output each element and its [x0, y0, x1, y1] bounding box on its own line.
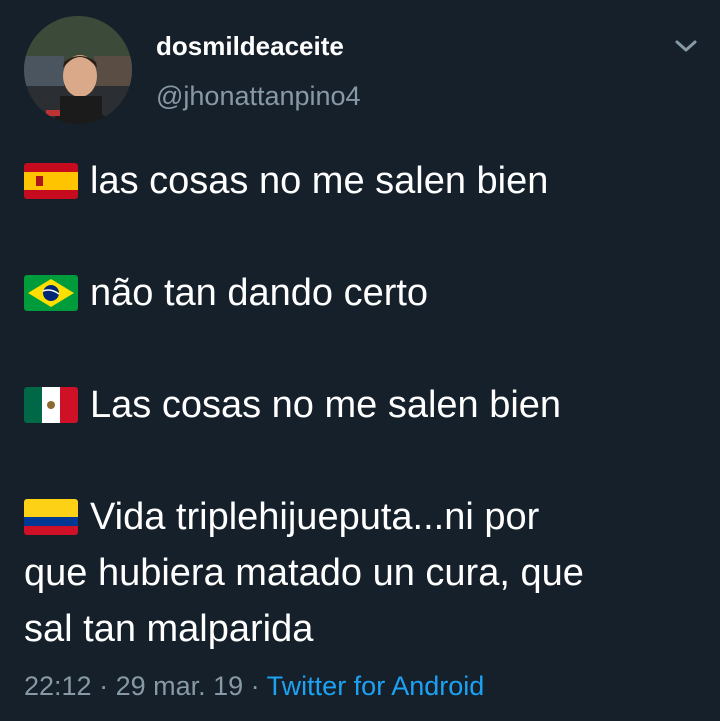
- spain-flag-icon: [24, 163, 78, 199]
- meta-separator: ·: [91, 671, 116, 701]
- display-name[interactable]: dosmildeaceite: [156, 30, 344, 62]
- tweet-line-4a: Vida triplehijueputa...ni por: [90, 496, 540, 538]
- tweet-source-link[interactable]: Twitter for Android: [267, 671, 485, 701]
- tweet-meta: 22:12 · 29 mar. 19 · Twitter for Android: [24, 668, 484, 704]
- mexico-flag-icon: [24, 387, 78, 423]
- tweet: dosmildeaceite @jhonattanpino4 las cosas…: [0, 0, 720, 721]
- tweet-line-4b: que hubiera matado un cura, que: [24, 552, 584, 594]
- avatar-image: [24, 16, 132, 124]
- tweet-time: 22:12: [24, 671, 92, 701]
- colombia-flag-icon: [24, 499, 78, 535]
- avatar[interactable]: [24, 16, 132, 124]
- chevron-down-icon[interactable]: [672, 34, 700, 58]
- tweet-line-2: não tan dando certo: [90, 272, 429, 314]
- handle[interactable]: @jhonattanpino4: [156, 80, 361, 112]
- tweet-line-4c: sal tan malparida: [24, 608, 314, 650]
- brazil-flag-icon: [24, 275, 78, 311]
- tweet-line-3: Las cosas no me salen bien: [90, 384, 562, 426]
- tweet-line-1: las cosas no me salen bien: [90, 160, 549, 202]
- tweet-date: 29 mar. 19: [115, 671, 244, 701]
- meta-separator-2: ·: [243, 671, 267, 701]
